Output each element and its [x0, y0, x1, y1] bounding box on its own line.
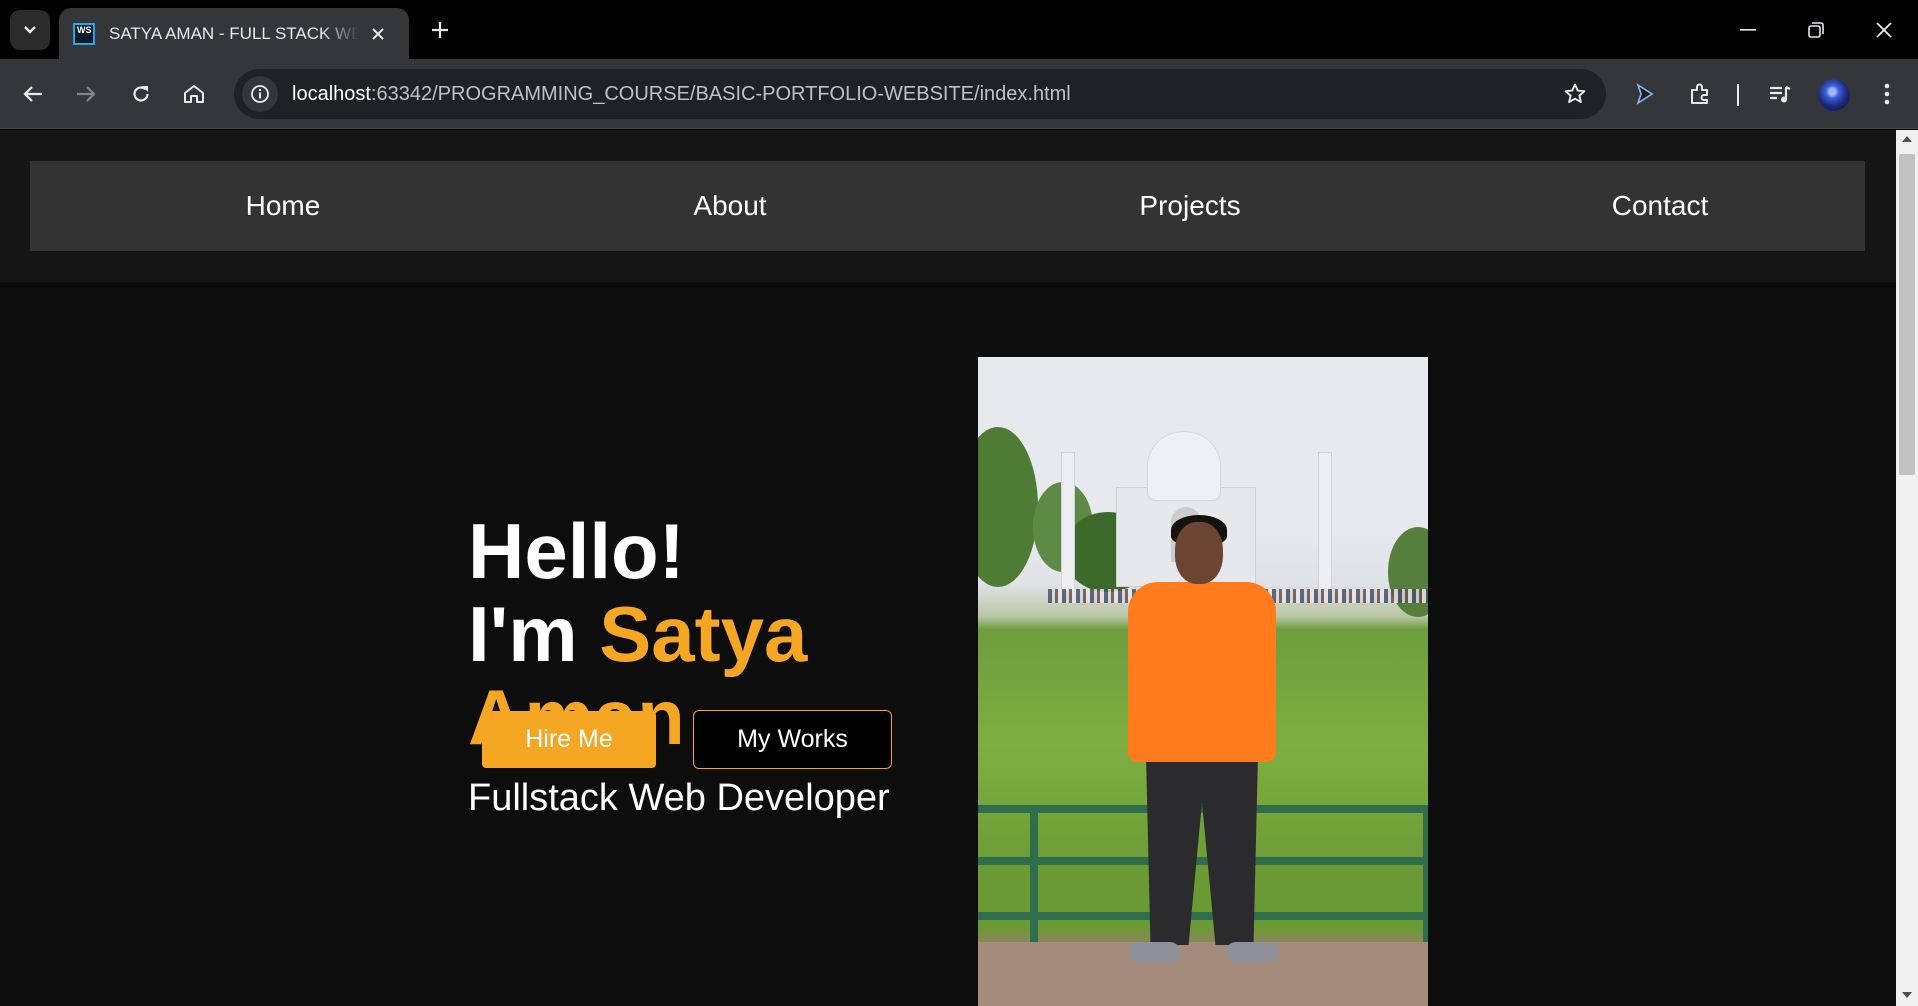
- url-text[interactable]: localhost:63342/PROGRAMMING_COURSE/BASIC…: [292, 83, 1071, 106]
- chrome-menu-button[interactable]: [1867, 74, 1907, 114]
- restore-icon: [1808, 21, 1824, 38]
- site-info-button[interactable]: [242, 76, 278, 112]
- window-close-button[interactable]: [1850, 0, 1918, 59]
- chevron-down-icon: [24, 26, 36, 34]
- minimize-icon: [1740, 28, 1756, 31]
- back-icon: [23, 86, 42, 102]
- star-icon: [1564, 83, 1586, 104]
- hire-me-button[interactable]: Hire Me: [482, 711, 656, 768]
- hero-first-name: Satya: [599, 590, 808, 678]
- toolbar-divider: [1737, 84, 1739, 106]
- tab-strip: WS SATYA AMAN - FULL STACK WE: [0, 0, 1918, 59]
- url-host: localhost: [292, 82, 371, 105]
- bookmark-star-button[interactable]: [1560, 79, 1590, 109]
- site-navbar: Home About Projects Contact: [30, 161, 1865, 251]
- nav-about-link[interactable]: About: [580, 161, 880, 251]
- profile-photo: [978, 357, 1428, 1006]
- forward-button[interactable]: [66, 74, 106, 114]
- back-button[interactable]: [13, 74, 53, 114]
- close-icon: [372, 27, 384, 40]
- hero-subtitle: Fullstack Web Developer: [468, 777, 890, 819]
- tab-close-button[interactable]: [371, 27, 395, 41]
- browser-toolbar: localhost:63342/PROGRAMMING_COURSE/BASIC…: [0, 59, 1918, 129]
- hero-name-line: I'm Satya: [468, 593, 890, 676]
- nav-home-link[interactable]: Home: [133, 161, 433, 251]
- profile-avatar[interactable]: [1818, 79, 1850, 111]
- tab-search-button[interactable]: [10, 10, 50, 50]
- info-icon: [251, 85, 269, 103]
- kebab-menu-icon: [1884, 83, 1890, 105]
- nav-projects-link[interactable]: Projects: [1040, 161, 1340, 251]
- new-tab-button[interactable]: [424, 14, 456, 46]
- my-works-button[interactable]: My Works: [693, 710, 892, 769]
- header-band: Home About Projects Contact: [0, 130, 1896, 282]
- page-scrollbar[interactable]: [1896, 130, 1918, 1006]
- extensions-icon: [1691, 83, 1708, 104]
- scroll-down-arrow-icon[interactable]: [1902, 992, 1912, 998]
- media-control-icon: [1770, 86, 1791, 103]
- hero-im: I'm: [468, 590, 600, 678]
- hero-greeting: Hello!: [468, 507, 685, 595]
- url-path: :63342/PROGRAMMING_COURSE/BASIC-PORTFOLI…: [370, 82, 1071, 105]
- restore-button[interactable]: [1782, 0, 1850, 59]
- hero-intro: Hello! I'm Satya Aman Fullstack Web Deve…: [468, 510, 890, 820]
- minimize-button[interactable]: [1714, 0, 1782, 59]
- active-tab[interactable]: WS SATYA AMAN - FULL STACK WE: [59, 8, 409, 59]
- home-button[interactable]: [174, 74, 214, 114]
- scrollbar-thumb[interactable]: [1899, 154, 1915, 475]
- close-icon: [1876, 21, 1892, 38]
- page-viewport: Home About Projects Contact Hello! I'm S…: [0, 130, 1896, 1006]
- nav-contact-link[interactable]: Contact: [1510, 161, 1810, 251]
- extensions-button[interactable]: [1680, 74, 1720, 114]
- reload-button[interactable]: [121, 74, 161, 114]
- plus-icon: [432, 22, 448, 38]
- reload-icon: [133, 86, 149, 102]
- cursor-extension-button[interactable]: [1625, 74, 1665, 114]
- cursor-extension-icon: [1636, 83, 1654, 105]
- forward-icon: [77, 86, 96, 102]
- home-icon: [184, 85, 204, 103]
- scroll-up-arrow-icon[interactable]: [1902, 136, 1912, 142]
- tab-title: SATYA AMAN - FULL STACK WE: [109, 23, 359, 43]
- address-bar[interactable]: localhost:63342/PROGRAMMING_COURSE/BASIC…: [234, 69, 1606, 119]
- webstorm-favicon-icon: WS: [73, 22, 95, 45]
- media-control-button[interactable]: [1760, 74, 1800, 114]
